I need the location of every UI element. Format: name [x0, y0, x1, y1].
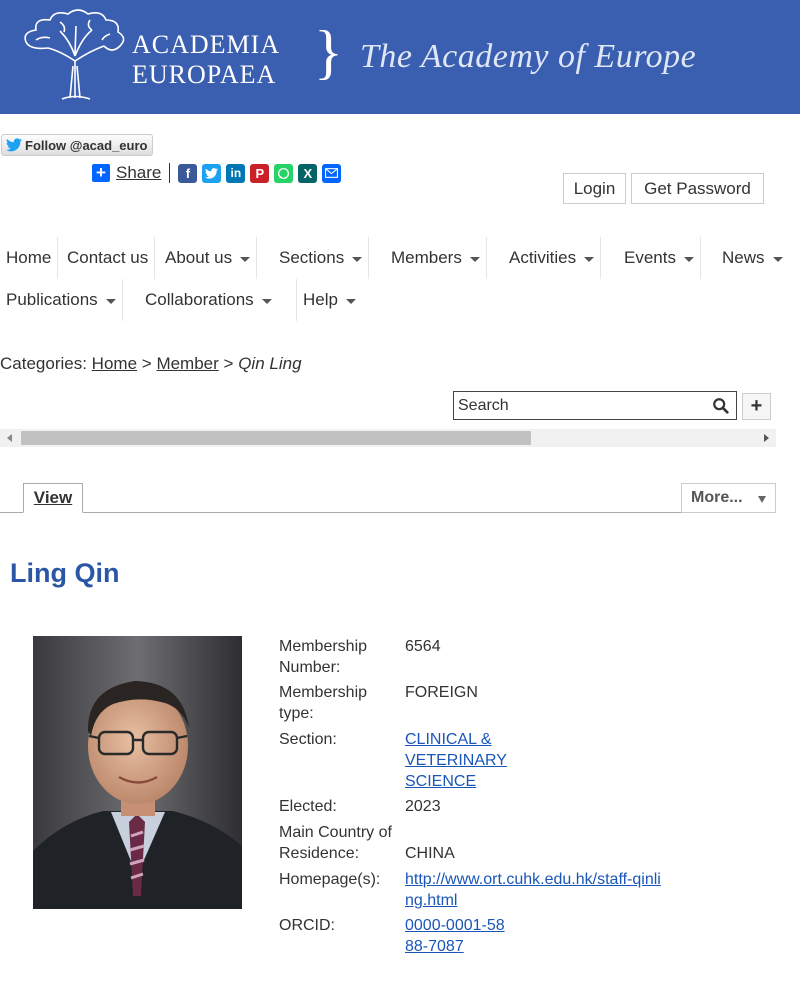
member-name-heading: Ling Qin: [10, 558, 120, 588]
nav-news-label: News: [722, 248, 765, 267]
linkedin-icon[interactable]: in: [226, 163, 246, 183]
nav-help-label: Help: [303, 290, 338, 309]
field-label-section: Section:: [279, 731, 337, 748]
share-bar: + Share f in P X: [92, 162, 346, 184]
site-banner: ACADEMIA EUROPAEA } The Academy of Europ…: [0, 0, 800, 114]
nav-news[interactable]: News: [716, 237, 789, 279]
nav-sections-label: Sections: [279, 248, 345, 267]
member-photo: [33, 636, 242, 909]
email-icon[interactable]: [322, 163, 342, 183]
logo-text-europaea: EUROPAEA: [132, 60, 277, 89]
nav-about-us[interactable]: About us: [159, 237, 258, 279]
facebook-icon[interactable]: f: [178, 163, 198, 183]
caret-down-icon: [345, 298, 356, 304]
share-link[interactable]: Share: [116, 163, 161, 183]
caret-down-icon: [240, 256, 251, 262]
follow-label: Follow @acad_euro: [25, 137, 148, 153]
nav-collaborations[interactable]: Collaborations: [139, 279, 297, 321]
whatsapp-icon[interactable]: [274, 163, 294, 183]
nav-contact-us[interactable]: Contact us: [61, 237, 156, 279]
pinterest-icon[interactable]: P: [250, 163, 270, 183]
caret-down-icon: [261, 298, 272, 304]
search-icon[interactable]: [712, 397, 730, 415]
breadcrumb-home-link[interactable]: Home: [92, 354, 137, 373]
twitter-bird-icon: [6, 138, 22, 152]
field-label-homepage: Homepage(s):: [279, 871, 381, 888]
horizontal-scrollbar[interactable]: [0, 429, 776, 447]
get-password-button[interactable]: Get Password: [631, 173, 764, 204]
nav-contact-label: Contact us: [67, 248, 149, 267]
nav-events[interactable]: Events: [618, 237, 701, 279]
nav-members[interactable]: Members: [385, 237, 487, 279]
caret-down-icon: [772, 256, 783, 262]
homepage-link[interactable]: http://www.ort.cuhk.edu.hk/staff-qinling…: [405, 871, 661, 909]
tab-view[interactable]: View: [23, 483, 83, 513]
share-plus-icon[interactable]: +: [92, 164, 110, 182]
nav-sections[interactable]: Sections: [273, 237, 370, 279]
breadcrumb-current: Qin Ling: [238, 354, 302, 373]
nav-home[interactable]: Home: [0, 237, 59, 279]
breadcrumb-separator: >: [141, 354, 152, 373]
orcid-link[interactable]: 0000-0001-5888-7087: [405, 917, 505, 955]
share-divider: [169, 163, 171, 183]
nav-collaborations-label: Collaborations: [145, 290, 254, 309]
tab-divider: [0, 512, 776, 513]
login-button[interactable]: Login: [563, 173, 626, 204]
scroll-left-icon[interactable]: [7, 434, 12, 442]
scrollbar-thumb[interactable]: [21, 431, 531, 445]
field-value-membership-type: FOREIGN: [405, 684, 478, 701]
logo-text-academia: ACADEMIA: [132, 30, 281, 59]
field-label-country: Main Country of Residence:: [279, 824, 392, 862]
caret-down-icon: [683, 256, 694, 262]
more-label: More...: [691, 489, 743, 506]
tab-view-label: View: [33, 488, 73, 507]
add-button[interactable]: +: [742, 393, 771, 420]
nav-members-label: Members: [391, 248, 462, 267]
field-label-orcid: ORCID:: [279, 917, 335, 934]
nav-activities-label: Activities: [509, 248, 577, 267]
section-link[interactable]: CLINICAL & VETERINARY SCIENCE: [405, 731, 507, 790]
nav-publications-label: Publications: [6, 290, 98, 309]
search-box: [453, 391, 737, 420]
triangle-down-icon: [758, 496, 766, 503]
nav-help[interactable]: Help: [297, 279, 362, 321]
nav-activities[interactable]: Activities: [503, 237, 602, 279]
twitter-follow-button[interactable]: Follow @acad_euro: [1, 134, 154, 156]
more-dropdown[interactable]: More...: [681, 483, 776, 513]
scroll-right-icon[interactable]: [764, 434, 769, 442]
search-input[interactable]: [458, 394, 708, 418]
field-label-elected: Elected:: [279, 798, 337, 815]
caret-down-icon: [105, 298, 116, 304]
field-value-country: CHINA: [405, 845, 455, 862]
breadcrumb-member-link[interactable]: Member: [156, 354, 218, 373]
caret-down-icon: [352, 256, 363, 262]
site-tagline: The Academy of Europe: [360, 38, 697, 75]
xing-icon[interactable]: X: [298, 163, 318, 183]
field-label-membership-number: Membership Number:: [279, 638, 368, 676]
field-label-membership-type: Membership type:: [279, 684, 368, 722]
nav-events-label: Events: [624, 248, 676, 267]
breadcrumb: Categories: Home > Member > Qin Ling: [0, 354, 302, 374]
breadcrumb-prefix: Categories:: [0, 354, 87, 373]
twitter-icon[interactable]: [202, 163, 222, 183]
breadcrumb-separator: >: [223, 354, 234, 373]
logo-brace: }: [314, 19, 343, 85]
field-value-elected: 2023: [405, 798, 441, 815]
caret-down-icon: [584, 256, 595, 262]
nav-home-label: Home: [6, 248, 52, 267]
nav-publications[interactable]: Publications: [0, 279, 123, 321]
caret-down-icon: [469, 256, 480, 262]
field-value-membership-number: 6564: [405, 638, 441, 655]
nav-about-label: About us: [165, 248, 233, 267]
tree-logo-icon: [24, 9, 125, 100]
